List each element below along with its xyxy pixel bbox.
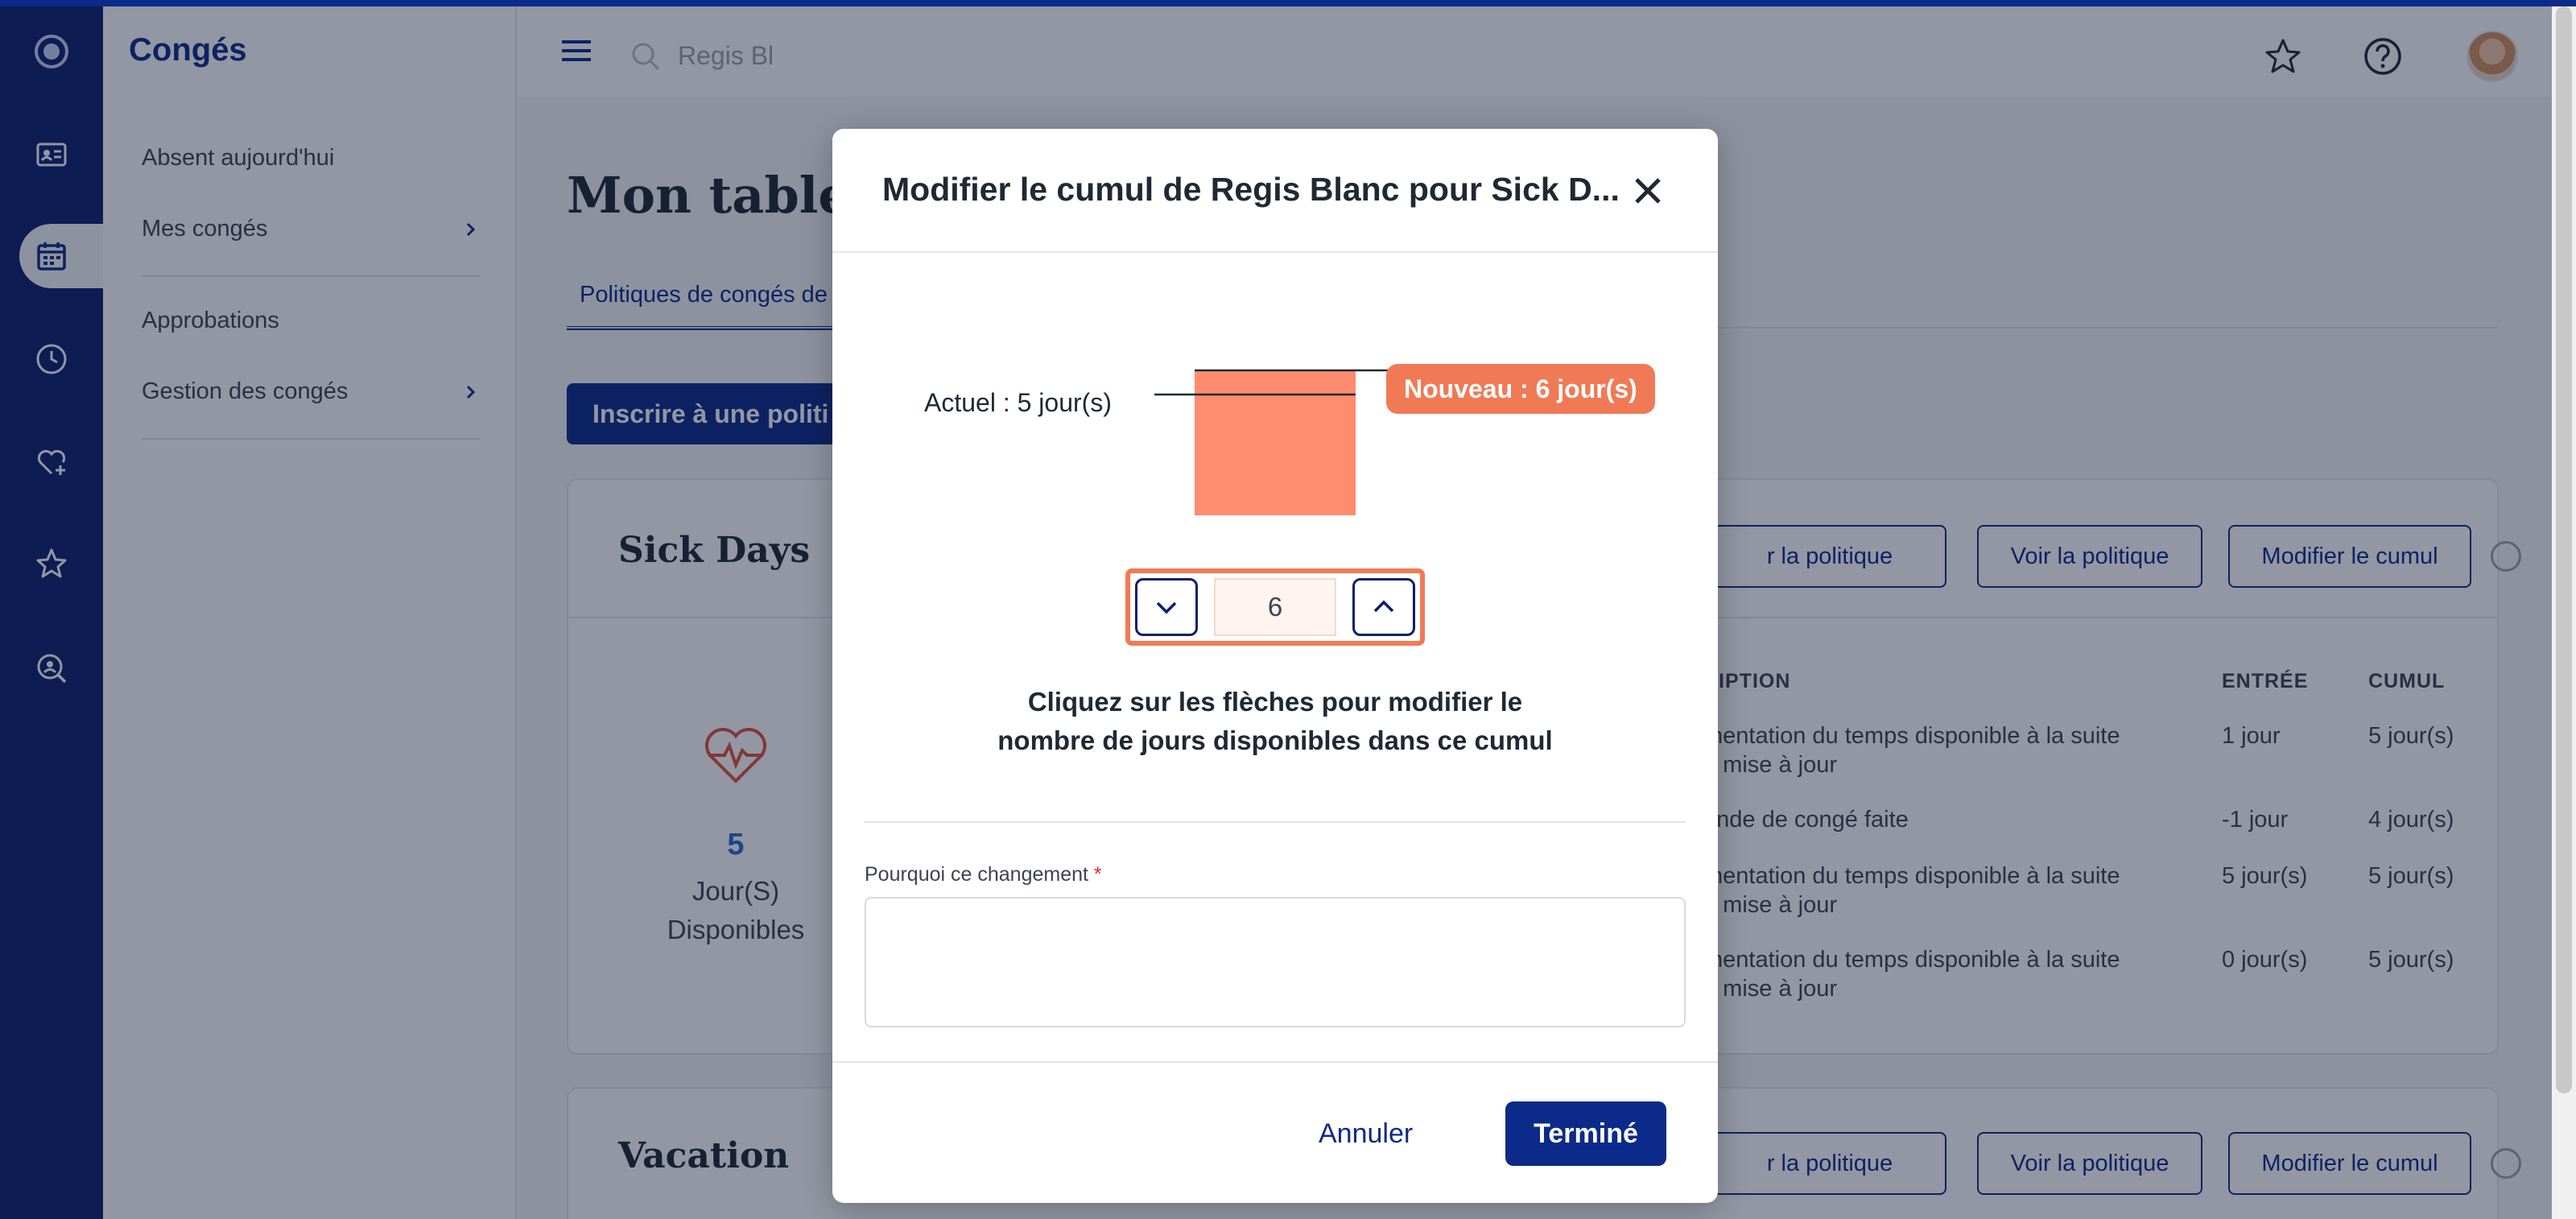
new-value-bar bbox=[1195, 370, 1356, 515]
modal-header: Modifier le cumul de Regis Blanc pour Si… bbox=[832, 129, 1718, 253]
chevron-up-icon bbox=[1373, 600, 1394, 613]
close-icon[interactable] bbox=[1629, 172, 1666, 209]
done-button[interactable]: Terminé bbox=[1505, 1101, 1666, 1166]
increment-button[interactable] bbox=[1352, 578, 1415, 636]
stepper-help-text: Cliquez sur les flèches pour modifier le… bbox=[997, 687, 1553, 755]
decrement-button[interactable] bbox=[1135, 578, 1198, 636]
new-value-badge: Nouveau : 6 jour(s) bbox=[1386, 364, 1655, 414]
modal-divider bbox=[865, 821, 1686, 823]
top-accent-line bbox=[0, 0, 2576, 6]
chevron-down-icon bbox=[1156, 601, 1177, 614]
scrollbar-thumb[interactable] bbox=[2556, 6, 2572, 1093]
cancel-button[interactable]: Annuler bbox=[1299, 1101, 1432, 1166]
modal-footer-divider bbox=[832, 1061, 1718, 1063]
days-value-input[interactable]: 6 bbox=[1214, 578, 1336, 636]
days-stepper: 6 bbox=[1125, 568, 1425, 646]
actual-value-label: Actuel : 5 jour(s) bbox=[924, 388, 1112, 417]
reason-textarea[interactable] bbox=[865, 897, 1686, 1027]
required-mark: * bbox=[1093, 863, 1102, 886]
edit-accrual-modal: Modifier le cumul de Regis Blanc pour Si… bbox=[832, 129, 1718, 1203]
reason-label: Pourquoi ce changement * bbox=[865, 863, 1102, 886]
modal-title: Modifier le cumul de Regis Blanc pour Si… bbox=[882, 171, 1620, 208]
